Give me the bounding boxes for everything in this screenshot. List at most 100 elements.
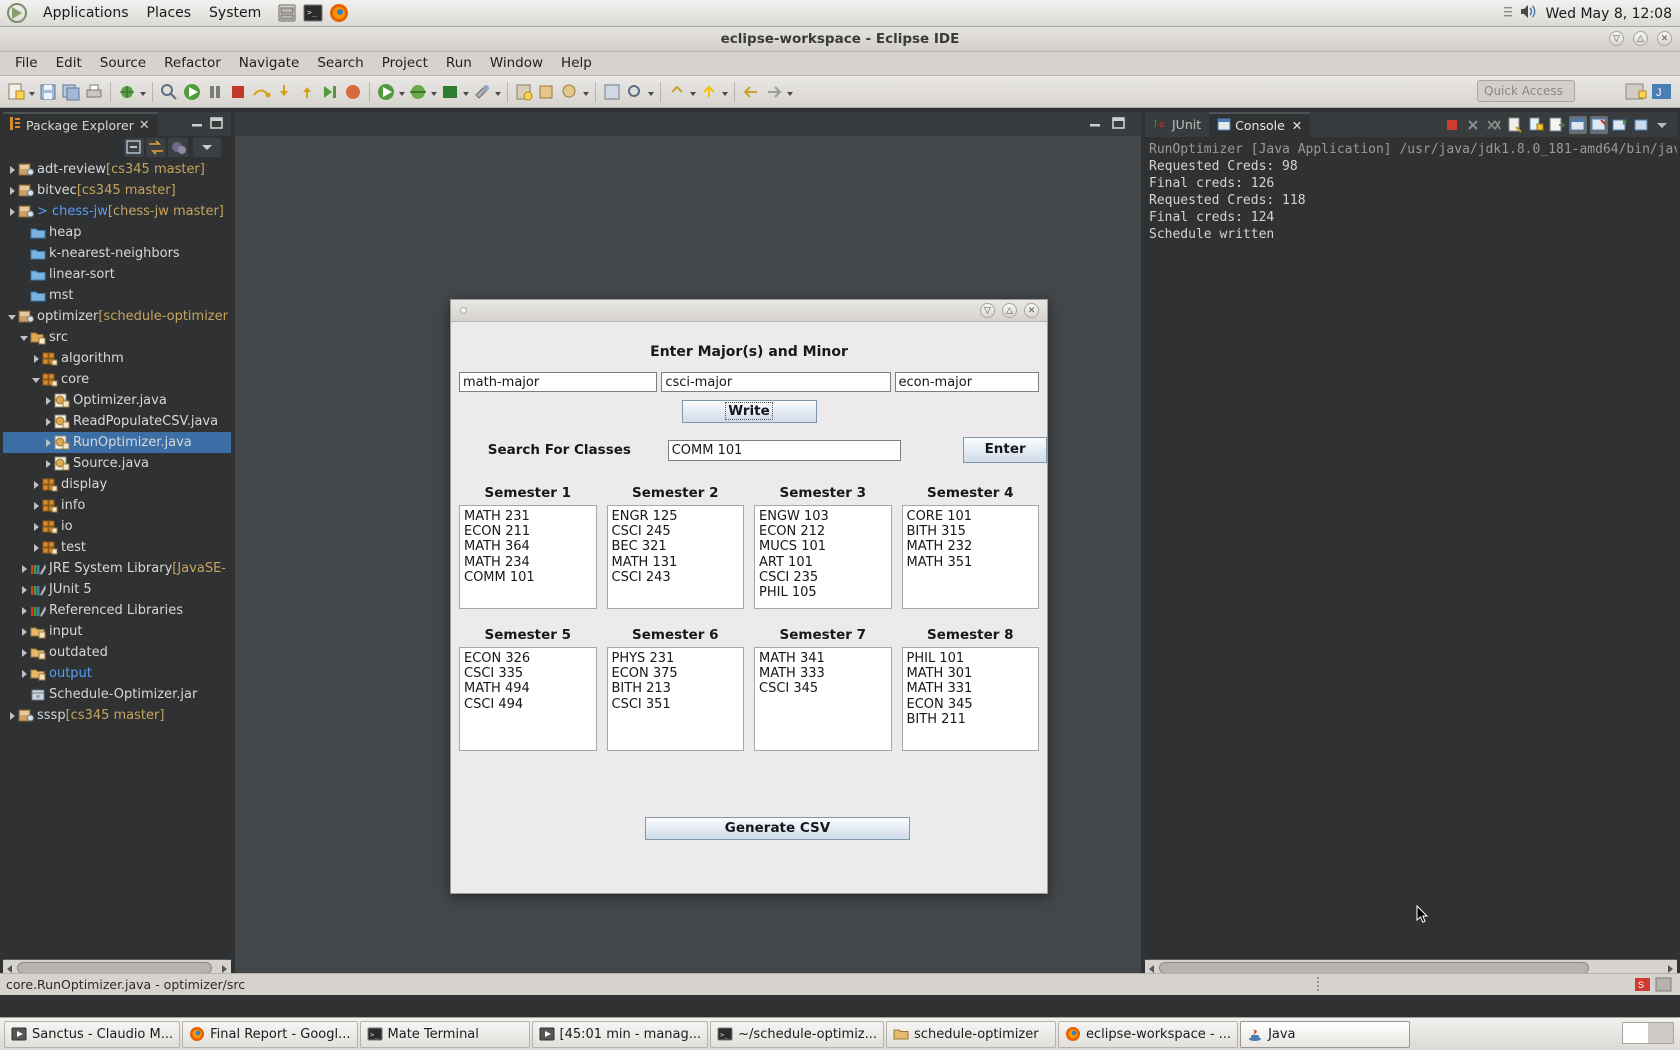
- taskbar-item[interactable]: schedule-optimizer: [886, 1020, 1057, 1048]
- open-console-icon[interactable]: [1632, 116, 1650, 134]
- system-menu[interactable]: System: [200, 0, 270, 26]
- chevron-right-icon[interactable]: [19, 584, 30, 595]
- chevron-right-icon[interactable]: [19, 563, 30, 574]
- chevron-right-icon[interactable]: [43, 416, 54, 427]
- semester-course-list[interactable]: MATH 231 ECON 211 MATH 364 MATH 234 COMM…: [459, 505, 597, 609]
- java-perspective-icon[interactable]: J: [1650, 80, 1674, 103]
- terminal-icon[interactable]: >_: [302, 2, 324, 24]
- major-1-input[interactable]: math-major: [459, 372, 658, 392]
- step-into-icon[interactable]: [273, 81, 295, 103]
- tree-item-output[interactable]: output: [3, 663, 231, 684]
- close-icon[interactable]: ✕: [139, 118, 150, 133]
- smart-insert-icon[interactable]: S: [1634, 976, 1651, 993]
- chevron-right-icon[interactable]: [31, 521, 42, 532]
- chevron-right-icon[interactable]: [31, 479, 42, 490]
- chevron-right-icon[interactable]: [7, 185, 18, 196]
- semester-course-list[interactable]: ECON 326 CSCI 335 MATH 494 CSCI 494: [459, 647, 597, 751]
- status-resize-grip[interactable]: [1317, 977, 1320, 992]
- remove-all-launches-icon[interactable]: [1485, 116, 1503, 134]
- menu-navigate[interactable]: Navigate: [230, 52, 309, 75]
- console-output[interactable]: RunOptimizer [Java Application] /usr/jav…: [1145, 137, 1677, 957]
- tree-item-test[interactable]: test: [3, 537, 231, 558]
- save-all-icon[interactable]: [60, 81, 82, 103]
- tree-item-sssp[interactable]: sssp [cs345 master]: [3, 705, 231, 726]
- scroll-left-icon[interactable]: [5, 963, 15, 973]
- search-declaration-icon[interactable]: [624, 81, 646, 103]
- maximize-icon[interactable]: △: [1633, 31, 1648, 46]
- tree-item-runoptimizer-java[interactable]: RunOptimizer.java: [3, 432, 231, 453]
- forward-dropdown-icon[interactable]: [786, 81, 794, 103]
- debug-icon[interactable]: [116, 81, 138, 103]
- tree-item-k-nearest-neighbors[interactable]: k-nearest-neighbors: [3, 243, 231, 264]
- tree-item-chess-jw[interactable]: > chess-jw [chess-jw master]: [3, 201, 231, 222]
- tree-item-optimizer-java[interactable]: Optimizer.java: [3, 390, 231, 411]
- chevron-right-icon[interactable]: [7, 164, 18, 175]
- chevron-down-icon[interactable]: [7, 311, 18, 322]
- workspace-2[interactable]: [1648, 1023, 1673, 1043]
- workspace-1[interactable]: [1623, 1023, 1648, 1043]
- semester-course-list[interactable]: PHYS 231 ECON 375 BITH 213 CSCI 351: [606, 647, 744, 751]
- search-input[interactable]: COMM 101: [667, 439, 902, 461]
- menu-file[interactable]: File: [6, 52, 47, 75]
- run-as-icon[interactable]: [375, 81, 397, 103]
- archive-manager-icon[interactable]: [276, 2, 298, 24]
- chevron-right-icon[interactable]: [43, 395, 54, 406]
- dialog-title-bar[interactable]: ▽ △ ✕: [451, 300, 1047, 322]
- taskbar-item[interactable]: Final Report - Googl...: [182, 1020, 358, 1048]
- view-menu-icon[interactable]: [193, 138, 221, 157]
- word-wrap-icon[interactable]: [1548, 116, 1566, 134]
- tree-item-heap[interactable]: heap: [3, 222, 231, 243]
- display-selected-console-icon[interactable]: [1611, 116, 1629, 134]
- back-icon[interactable]: [740, 81, 762, 103]
- new-class-icon[interactable]: [559, 81, 581, 103]
- package-explorer-tree[interactable]: adt-review [cs345 master] bitvec [cs345 m…: [3, 159, 231, 959]
- workspace-switcher[interactable]: [1622, 1022, 1674, 1044]
- new-package-icon[interactable]: [536, 81, 558, 103]
- taskbar-item[interactable]: Java: [1240, 1020, 1411, 1048]
- semester-course-list[interactable]: ENGR 125 CSCI 245 BEC 321 MATH 131 CSCI …: [606, 505, 744, 609]
- clear-console-icon[interactable]: [1506, 116, 1524, 134]
- tree-item-input[interactable]: input: [3, 621, 231, 642]
- debug-dropdown-icon[interactable]: [139, 81, 147, 103]
- tree-item-mst[interactable]: mst: [3, 285, 231, 306]
- search-dropdown-icon[interactable]: [647, 81, 655, 103]
- clock[interactable]: Wed May 8, 12:08: [1545, 6, 1672, 22]
- show-console-on-output-icon[interactable]: [1569, 115, 1587, 134]
- menu-project[interactable]: Project: [373, 52, 437, 75]
- tree-item-outdated[interactable]: outdated: [3, 642, 231, 663]
- external-tools-dropdown-icon[interactable]: [494, 81, 502, 103]
- maximize-icon[interactable]: △: [1002, 303, 1017, 318]
- resume-icon[interactable]: [319, 81, 341, 103]
- tree-item-linear-sort[interactable]: linear-sort: [3, 264, 231, 285]
- mate-menu-icon[interactable]: [6, 2, 30, 24]
- step-return-icon[interactable]: [296, 81, 318, 103]
- tab-package-explorer[interactable]: Package Explorer ✕: [3, 112, 158, 136]
- taskbar-item[interactable]: [45:01 min - manag...: [531, 1020, 709, 1048]
- scroll-left-icon[interactable]: [1147, 963, 1157, 973]
- tree-item-source-java[interactable]: Source.java: [3, 453, 231, 474]
- tree-item-info[interactable]: info: [3, 495, 231, 516]
- places-menu[interactable]: Places: [138, 0, 201, 26]
- scroll-right-icon[interactable]: [219, 963, 229, 973]
- chevron-right-icon[interactable]: [43, 458, 54, 469]
- tree-item-optimizer[interactable]: optimizer [schedule-optimizer: [3, 306, 231, 327]
- last-edit-location-icon[interactable]: [666, 81, 688, 103]
- scroll-right-icon[interactable]: [1665, 963, 1675, 973]
- maximize-icon[interactable]: [210, 117, 223, 130]
- tree-item-readpopulatecsv-java[interactable]: ReadPopulateCSV.java: [3, 411, 231, 432]
- menu-window[interactable]: Window: [481, 52, 552, 75]
- chevron-right-icon[interactable]: [19, 605, 30, 616]
- heap-status-icon[interactable]: [1655, 976, 1672, 993]
- chevron-right-icon[interactable]: [19, 668, 30, 679]
- open-type-icon[interactable]: [601, 81, 623, 103]
- tree-item-src[interactable]: src: [3, 327, 231, 348]
- scroll-lock-icon[interactable]: [1527, 116, 1545, 134]
- chevron-right-icon[interactable]: [31, 500, 42, 511]
- applications-menu[interactable]: Applications: [34, 0, 138, 26]
- save-icon[interactable]: [37, 81, 59, 103]
- previous-annotation-dropdown-icon[interactable]: [721, 81, 729, 103]
- chevron-right-icon[interactable]: [19, 647, 30, 658]
- debug-as-dropdown-icon[interactable]: [430, 81, 438, 103]
- chevron-right-icon[interactable]: [31, 542, 42, 553]
- write-button[interactable]: Write: [681, 400, 817, 423]
